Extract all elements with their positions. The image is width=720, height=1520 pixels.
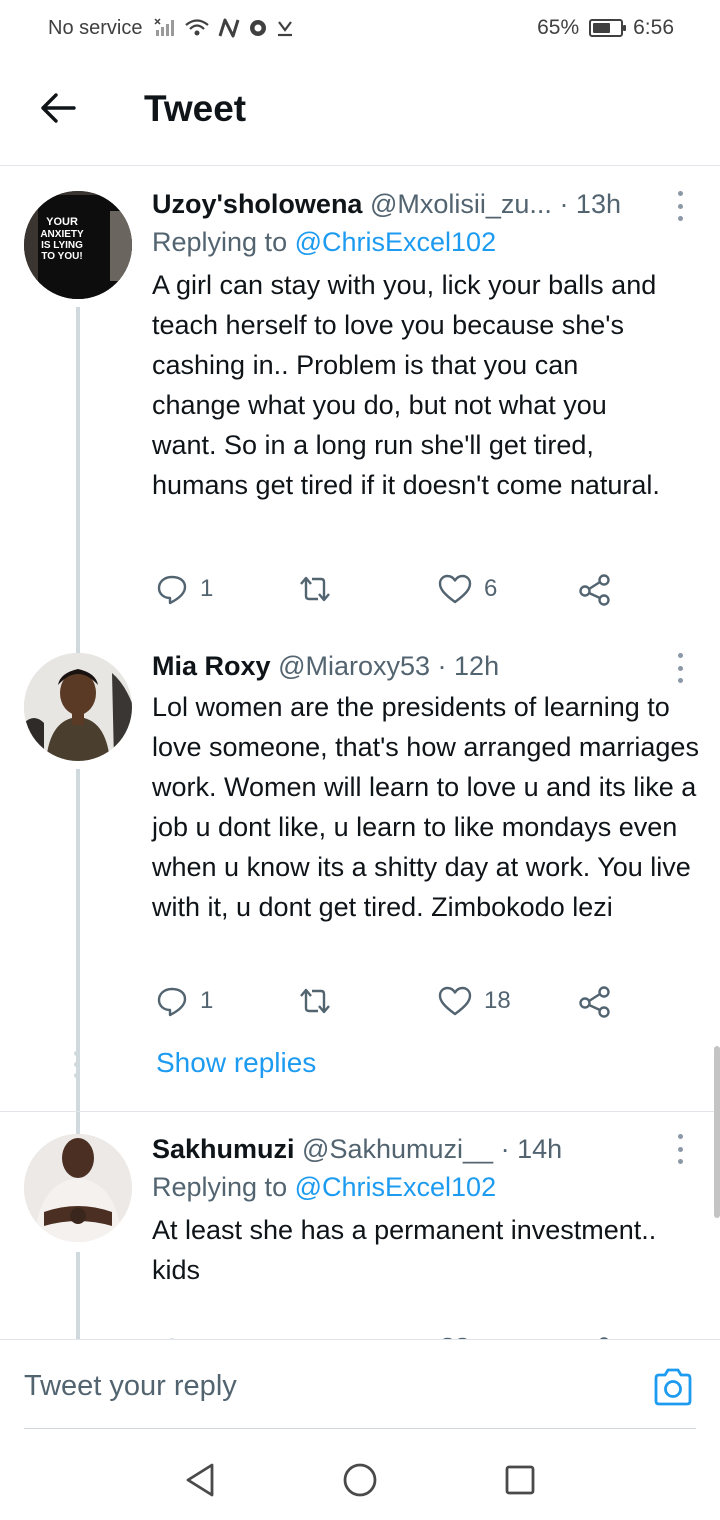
tweet-text: Lol women are the presidents of learning… <box>152 692 699 922</box>
battery-icon <box>589 19 627 37</box>
like-count: 18 <box>484 987 511 1014</box>
avatar-image: YOUR ANXIETY IS LYING TO YOU! <box>24 191 132 299</box>
mention-link[interactable]: @ChrisExcel102 <box>295 1172 497 1202</box>
battery-percent: 65% <box>537 16 580 39</box>
retweet-button[interactable] <box>298 567 332 611</box>
avatar-image <box>24 1134 132 1242</box>
retweet-button[interactable] <box>298 1330 332 1339</box>
tweet-time: · 13h <box>559 189 621 219</box>
replying-to: Replying to @ChrisExcel102 <box>152 1172 497 1202</box>
nav-back-button[interactable] <box>180 1460 220 1500</box>
arrow-left-icon <box>41 93 76 123</box>
svg-text:TO YOU!: TO YOU! <box>41 251 82 262</box>
reply-button[interactable]: 1 <box>156 567 213 611</box>
reply-composer <box>0 1339 720 1431</box>
like-count: 6 <box>484 575 498 602</box>
svg-text:ANXIETY: ANXIETY <box>40 229 84 240</box>
tweet-2[interactable]: Mia Roxy @Miaroxy53 · 12h Lol women are … <box>0 633 720 1211</box>
thread-dots <box>74 1051 79 1078</box>
system-nav-bar <box>0 1432 720 1520</box>
mention-link[interactable]: @ChrisExcel102 <box>295 227 497 257</box>
tweet-1[interactable]: YOUR ANXIETY IS LYING TO YOU! Uzoy'sholo… <box>0 167 720 633</box>
page-title: Tweet <box>144 88 247 129</box>
thread-line <box>76 633 80 653</box>
thread-line <box>76 1252 80 1339</box>
share-icon <box>579 986 610 1018</box>
back-button[interactable] <box>36 86 80 130</box>
retweet-icon <box>300 988 330 1014</box>
triangle-back-icon <box>186 1463 214 1497</box>
tweet-header: Sakhumuzi @Sakhumuzi__ · 14h <box>152 1130 670 1168</box>
like-button[interactable]: 18 <box>438 979 511 1023</box>
share-button[interactable] <box>578 567 612 611</box>
clock: 6:56 <box>633 16 674 39</box>
carrier-text: No service <box>48 16 143 39</box>
reply-count: 1 <box>200 987 214 1014</box>
retweet-button[interactable] <box>298 979 332 1023</box>
display-name[interactable]: Mia Roxy <box>152 651 271 681</box>
user-handle[interactable]: @Miaroxy53 <box>278 651 430 681</box>
vpn-icon <box>250 20 267 36</box>
share-button[interactable] <box>578 979 612 1023</box>
tweet-actions: 1 6 <box>152 567 632 611</box>
avatar[interactable] <box>24 1134 132 1242</box>
tweet-text: A girl can stay with you, lick your ball… <box>152 270 660 500</box>
nfc-icon <box>219 18 240 38</box>
reply-button[interactable]: 1 <box>156 979 213 1023</box>
wifi-icon <box>185 19 210 36</box>
like-button[interactable]: 11 <box>438 1330 509 1339</box>
nav-recents-button[interactable] <box>500 1460 540 1500</box>
display-name[interactable]: Uzoy'sholowena <box>152 189 362 219</box>
reply-underline <box>24 1428 696 1429</box>
heart-icon <box>438 574 472 604</box>
tweet-header: Uzoy'sholowena @Mxolisii_zu... · 13h <box>152 185 670 223</box>
tweet-header: Mia Roxy @Miaroxy53 · 12h <box>152 647 702 685</box>
camera-button[interactable] <box>652 1368 694 1408</box>
square-recents-icon <box>505 1465 535 1495</box>
tweet-text: At least she has a permanent investment.… <box>152 1215 657 1285</box>
reply-button[interactable]: 2 <box>156 1330 213 1339</box>
reply-feed: YOUR ANXIETY IS LYING TO YOU! Uzoy'sholo… <box>0 167 720 1339</box>
tweet-time: · 12h <box>437 651 500 681</box>
user-handle[interactable]: @Mxolisii_zu... <box>370 189 552 219</box>
circle-home-icon <box>343 1463 377 1497</box>
app-header: Tweet <box>0 56 720 166</box>
share-icon <box>579 574 610 606</box>
reply-count: 1 <box>200 575 214 602</box>
more-options-button[interactable] <box>674 191 686 221</box>
avatar[interactable] <box>24 653 132 761</box>
like-button[interactable]: 6 <box>438 567 497 611</box>
signal-icon <box>154 18 175 36</box>
svg-text:YOUR: YOUR <box>46 216 78 228</box>
tweet-actions: 2 11 <box>152 1330 632 1339</box>
tweet-time: · 14h <box>500 1134 563 1164</box>
tweet-3[interactable]: Sakhumuzi @Sakhumuzi__ · 14h Replying to… <box>0 1112 720 1339</box>
user-handle[interactable]: @Sakhumuzi__ <box>302 1134 493 1164</box>
retweet-icon <box>300 576 330 602</box>
camera-icon <box>654 1368 692 1406</box>
reply-icon <box>157 575 187 605</box>
display-name[interactable]: Sakhumuzi <box>152 1134 295 1164</box>
show-replies-link[interactable]: Show replies <box>156 1047 316 1079</box>
avatar[interactable]: YOUR ANXIETY IS LYING TO YOU! <box>24 191 132 299</box>
heart-icon <box>438 986 472 1016</box>
reply-icon <box>157 987 187 1017</box>
tweet-actions: 1 18 <box>152 979 632 1023</box>
scrollbar[interactable] <box>714 1046 720 1218</box>
avatar-image <box>24 653 132 761</box>
reply-input[interactable] <box>24 1360 624 1412</box>
status-bar: No service 65% 6:56 <box>0 0 720 56</box>
thread-line <box>76 307 80 633</box>
nav-home-button[interactable] <box>340 1460 380 1500</box>
more-options-button[interactable] <box>674 1134 686 1164</box>
replying-to: Replying to @ChrisExcel102 <box>152 227 497 257</box>
svg-text:IS LYING: IS LYING <box>41 240 83 251</box>
download-icon <box>278 21 293 37</box>
share-button[interactable] <box>578 1330 612 1339</box>
